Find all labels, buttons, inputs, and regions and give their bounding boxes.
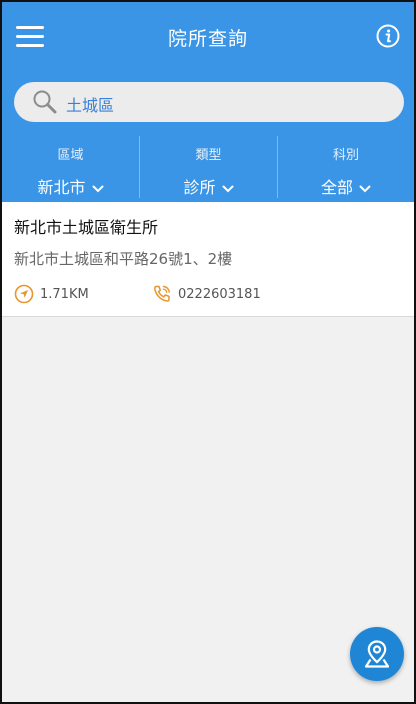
filter-region-label: 區域 bbox=[57, 148, 84, 163]
filter-region[interactable]: 區域 新北市 bbox=[2, 134, 139, 202]
filter-type-label: 類型 bbox=[195, 148, 222, 163]
header: 院所查詢 土城區 區域 新北市 類型 診所 科別 全部 bbox=[2, 2, 414, 202]
map-pin-icon bbox=[364, 640, 390, 668]
filter-type-value: 診所 bbox=[183, 178, 216, 197]
filter-bar: 區域 新北市 類型 診所 科別 全部 bbox=[2, 134, 414, 202]
search-bar[interactable]: 土城區 bbox=[14, 82, 404, 122]
distance-value: 1.71KM bbox=[40, 287, 89, 302]
search-input[interactable]: 土城區 bbox=[66, 92, 114, 116]
navigation-arrow-icon bbox=[14, 284, 34, 304]
facility-name: 新北市土城區衛生所 bbox=[14, 218, 159, 237]
page-title: 院所查詢 bbox=[167, 28, 248, 50]
phone-number[interactable]: 0222603181 bbox=[178, 287, 261, 302]
filter-type[interactable]: 類型 診所 bbox=[140, 134, 277, 202]
map-button[interactable] bbox=[350, 627, 404, 681]
filter-region-value: 新北市 bbox=[37, 178, 86, 197]
chevron-down-icon bbox=[92, 185, 103, 192]
search-icon bbox=[33, 90, 57, 114]
chevron-down-icon bbox=[359, 185, 371, 192]
chevron-down-icon bbox=[222, 185, 233, 192]
filter-department[interactable]: 科別 全部 bbox=[278, 134, 414, 202]
app-frame: 院所查詢 土城區 區域 新北市 類型 診所 科別 全部 新北市土城區衛生所 新北… bbox=[0, 0, 416, 704]
facility-address: 新北市土城區和平路26號1、2樓 bbox=[14, 250, 233, 268]
list-item[interactable]: 新北市土城區衛生所 新北市土城區和平路26號1、2樓 1.71KM 022260… bbox=[2, 202, 414, 317]
results-list: 新北市土城區衛生所 新北市土城區和平路26號1、2樓 1.71KM 022260… bbox=[2, 202, 414, 317]
filter-department-label: 科別 bbox=[332, 148, 359, 163]
info-icon[interactable] bbox=[376, 24, 400, 48]
phone-icon bbox=[154, 285, 170, 302]
filter-department-value: 全部 bbox=[320, 178, 353, 197]
top-bar: 院所查詢 bbox=[2, 2, 414, 74]
